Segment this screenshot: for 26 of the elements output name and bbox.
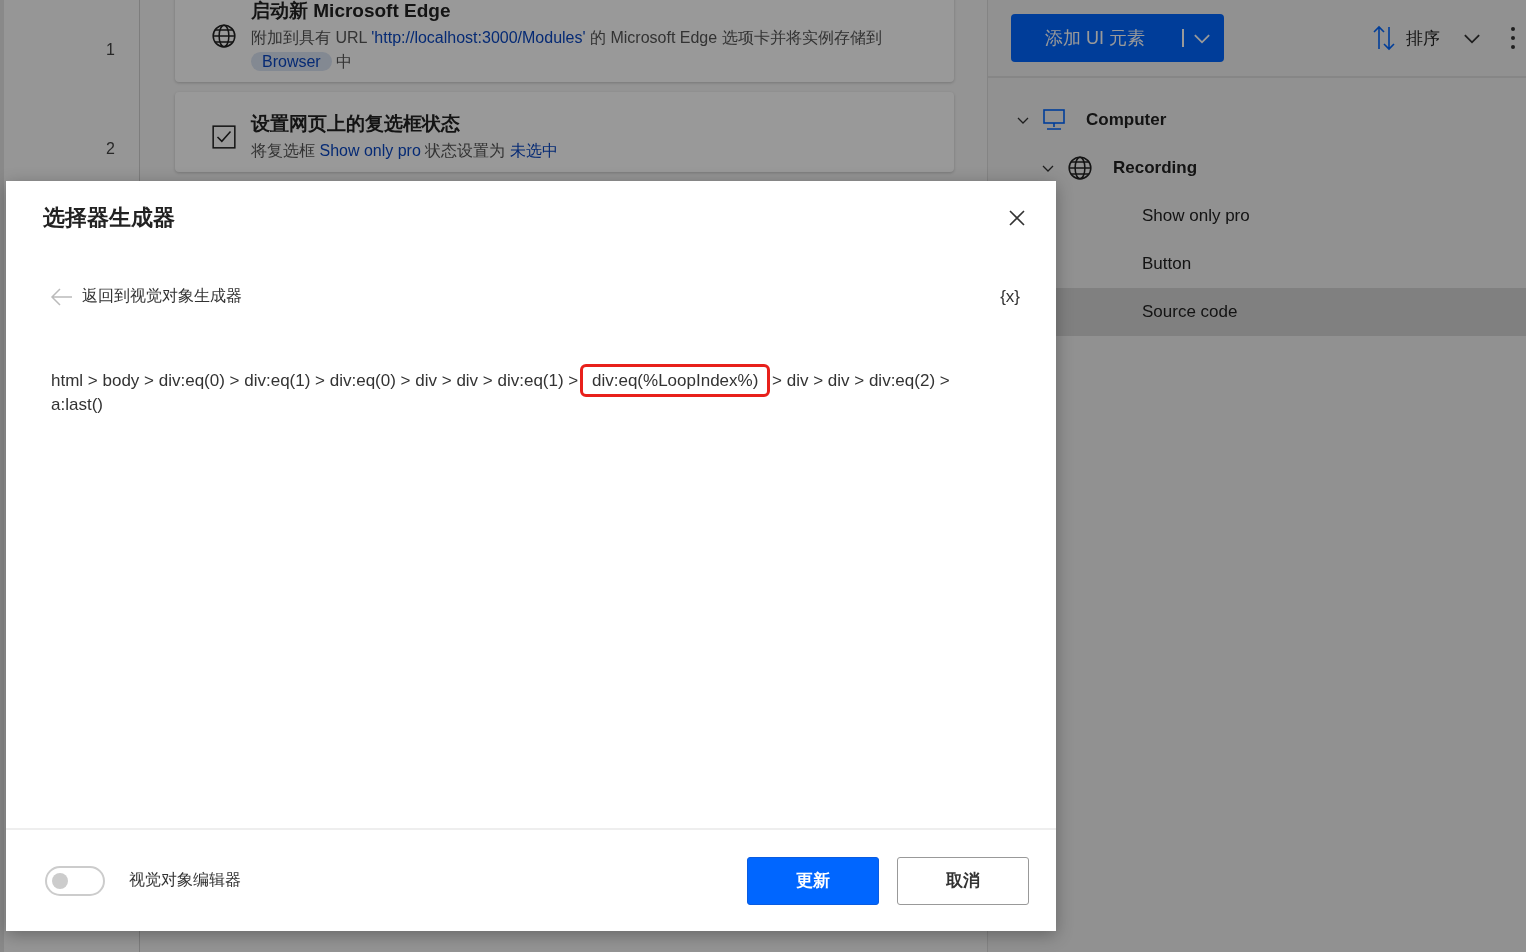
action-card[interactable]: 设置网页上的复选框状态 将复选框 Show only pro 状态设置为 未选中 — [175, 92, 954, 172]
globe-icon — [211, 23, 237, 49]
action-card[interactable]: 启动新 Microsoft Edge 附加到具有 URL 'http://localhost:3000/Modules' 的 Microsoft Edge 选项卡并将实例存储到 Browser 中 — [175, 0, 954, 82]
dialog-title: 选择器生成器 — [43, 204, 175, 232]
globe-icon — [1067, 155, 1093, 181]
line-number: 2 — [105, 138, 116, 159]
back-link[interactable]: 返回到视觉对象生成器 — [50, 286, 242, 307]
checkbox-icon — [211, 124, 237, 150]
toggle-switch[interactable] — [45, 865, 105, 896]
toggle-label: 视觉对象编辑器 — [129, 870, 241, 890]
computer-icon — [1042, 108, 1066, 132]
action-title: 设置网页上的复选框状态 — [251, 112, 461, 136]
line-number: 1 — [105, 39, 116, 60]
cancel-button[interactable]: 取消 — [897, 856, 1029, 905]
update-button[interactable]: 更新 — [747, 856, 879, 905]
variable-chip: Browser — [251, 52, 332, 71]
sort-icon — [1372, 25, 1396, 51]
variables-button[interactable]: {x} — [1000, 286, 1020, 307]
add-ui-element-button[interactable]: 添加 UI 元素 — [1011, 14, 1224, 62]
action-title: 启动新 Microsoft Edge — [251, 0, 452, 23]
action-description: 将复选框 Show only pro 状态设置为 未选中 — [251, 141, 558, 161]
more-options-button[interactable] — [1510, 26, 1516, 50]
sort-button[interactable]: 排序 — [1366, 24, 1488, 52]
action-description: 附加到具有 URL 'http://localhost:3000/Modules' 的 Microsoft Edge 选项卡并将实例存储到 Browser 中 — [251, 28, 883, 73]
selector-text: html > body > div:eq(0) > div:eq(1) > div:eq(0) > div > div > div:eq(1) > div:eq(%LoopIndex%) > div > div > div:eq(2) > a:last() — [45, 361, 986, 425]
back-arrow-icon — [50, 287, 74, 306]
